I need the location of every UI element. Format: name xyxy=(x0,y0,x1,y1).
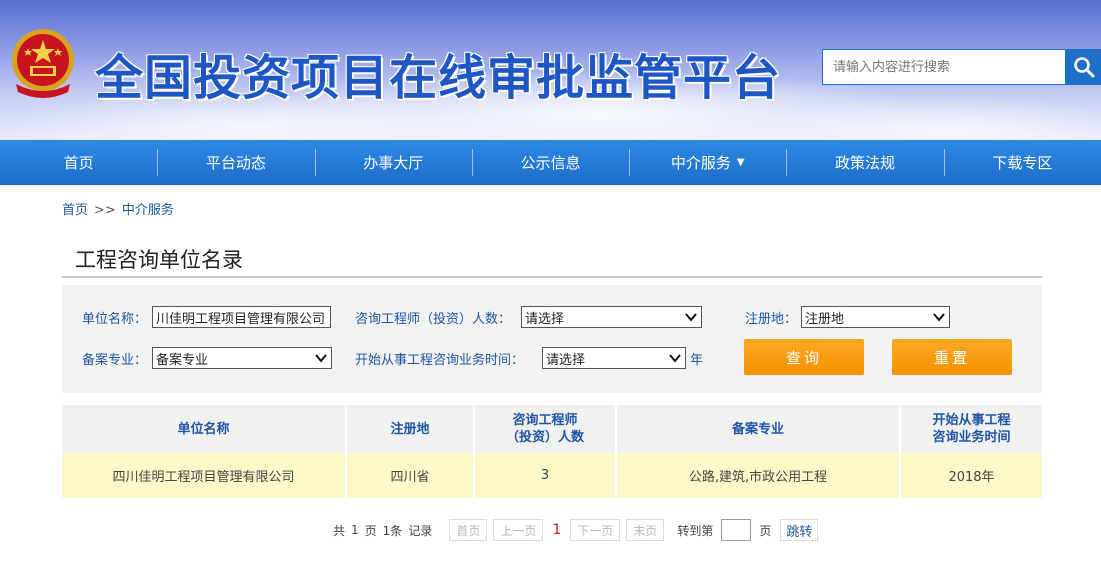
unit-name-input[interactable]: 川佳明工程项目管理有限公司 xyxy=(152,306,331,328)
table-cell: 3 xyxy=(473,453,615,498)
next-page-button[interactable]: 下一页 xyxy=(570,519,621,541)
year-suffix: 年 xyxy=(690,353,704,368)
pagination: 共 1 页 1条 记录 首页 上一页 1 下一页 末页 转到第 页 跳转 xyxy=(330,518,819,542)
header-cloud xyxy=(750,95,1101,140)
nav-item-intermediary-services[interactable]: 中介服务 ▼ xyxy=(629,140,786,185)
site-header: 全国投资项目在线审批监管平台 xyxy=(0,0,1101,140)
start-year-select[interactable]: 请选择 xyxy=(542,347,686,369)
breadcrumb: 首页 >> 中介服务 xyxy=(62,199,174,218)
nav-item-home[interactable]: 首页 xyxy=(0,140,157,185)
pager-total-records: 1条 xyxy=(382,523,403,538)
pager-page-unit: 页 xyxy=(364,523,377,538)
search-box[interactable] xyxy=(822,49,1066,85)
search-input[interactable] xyxy=(823,50,1065,84)
engineer-count-label: 咨询工程师（投资）人数： xyxy=(355,312,512,327)
page-title: 工程咨询单位名录 xyxy=(75,248,243,272)
table-row[interactable]: 四川佳明工程项目管理有限公司 四川省 3 公路,建筑,市政公用工程 2018年 xyxy=(62,453,1042,498)
column-header: 注册地 xyxy=(345,405,473,453)
first-page-button[interactable]: 首页 xyxy=(449,519,488,541)
pager-record-unit: 记录 xyxy=(408,523,433,538)
table-cell: 2018年 xyxy=(899,453,1042,498)
search-icon xyxy=(1073,57,1094,78)
nav-item-public-info[interactable]: 公示信息 xyxy=(471,140,629,185)
goto-page-input[interactable] xyxy=(721,519,752,541)
nav-item-downloads[interactable]: 下载专区 xyxy=(943,140,1101,185)
caret-down-icon: ▼ xyxy=(736,157,745,168)
table-cell: 公路,建筑,市政公用工程 xyxy=(615,453,899,498)
site-title: 全国投资项目在线审批监管平台 xyxy=(95,50,782,106)
reg-place-select[interactable]: 注册地 xyxy=(801,306,950,328)
specialty-select[interactable]: 备案专业 xyxy=(152,347,332,369)
main-nav: 首页 平台动态 办事大厅 公示信息 中介服务 ▼ 政策法规 下载专区 xyxy=(0,140,1101,185)
specialty-label: 备案专业： xyxy=(82,353,148,368)
breadcrumb-separator: >> xyxy=(94,203,116,218)
engineer-count-select[interactable]: 请选择 xyxy=(521,306,702,328)
nav-item-service-hall[interactable]: 办事大厅 xyxy=(314,140,472,185)
table-header: 单位名称 注册地 咨询工程师（投资）人数 备案专业 开始从事工程咨询业务时间 xyxy=(62,405,1042,453)
breadcrumb-home[interactable]: 首页 xyxy=(62,203,88,218)
nav-item-platform-news[interactable]: 平台动态 xyxy=(157,140,314,185)
table-cell: 四川佳明工程项目管理有限公司 xyxy=(112,470,295,485)
nav-item-policies[interactable]: 政策法规 xyxy=(786,140,943,185)
reset-button[interactable]: 重置 xyxy=(892,339,1012,375)
query-button[interactable]: 查询 xyxy=(744,339,864,375)
table-cell: 四川省 xyxy=(345,453,473,498)
goto-label: 转到第 xyxy=(677,523,714,538)
goto-suffix: 页 xyxy=(759,523,772,538)
pager-total-pages: 1 xyxy=(351,523,359,537)
breadcrumb-current[interactable]: 中介服务 xyxy=(122,203,174,218)
chevron-down-icon xyxy=(933,313,945,322)
current-page: 1 xyxy=(552,522,562,538)
column-header: 备案专业 xyxy=(615,405,899,453)
column-header: 单位名称 xyxy=(177,421,230,437)
last-page-button[interactable]: 末页 xyxy=(626,519,665,541)
filter-panel: 单位名称： 川佳明工程项目管理有限公司 咨询工程师（投资）人数： 请选择 注册地… xyxy=(62,285,1042,393)
title-divider xyxy=(62,276,1042,278)
column-header: 咨询工程师（投资）人数 xyxy=(473,405,615,453)
chevron-down-icon xyxy=(685,313,697,322)
national-emblem-icon xyxy=(12,29,74,98)
prev-page-button[interactable]: 上一页 xyxy=(493,519,544,541)
pager-total-prefix: 共 xyxy=(333,523,346,538)
jump-button[interactable]: 跳转 xyxy=(780,519,819,541)
column-header: 开始从事工程咨询业务时间 xyxy=(899,405,1042,453)
chevron-down-icon xyxy=(315,354,327,363)
unit-name-label: 单位名称： xyxy=(82,312,148,327)
search-button[interactable] xyxy=(1066,49,1101,85)
reg-place-label: 注册地： xyxy=(745,312,798,327)
chevron-down-icon xyxy=(669,354,681,363)
start-year-label: 开始从事工程咨询业务时间： xyxy=(355,353,525,368)
